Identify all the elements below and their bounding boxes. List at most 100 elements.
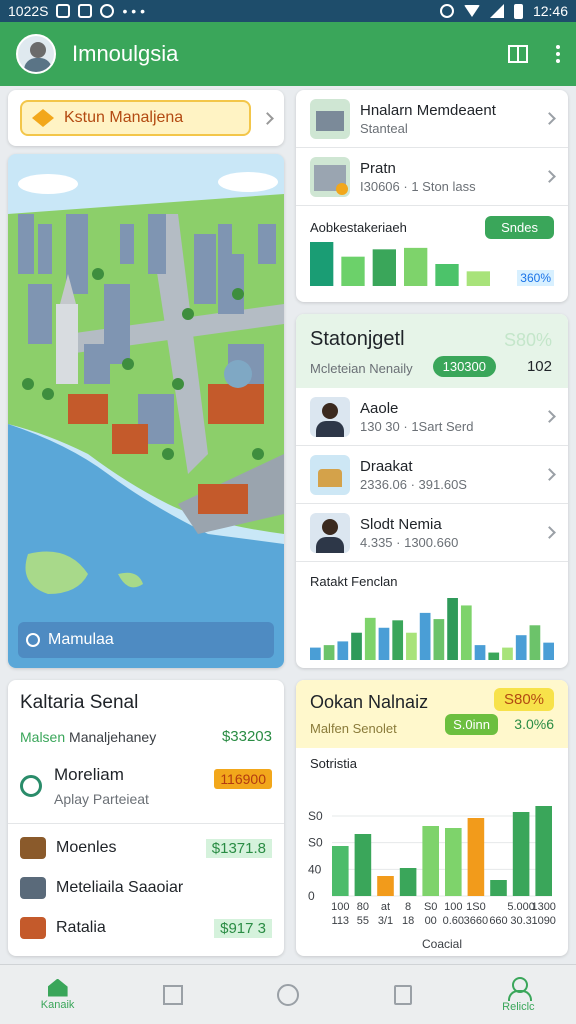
x-tick-label: at <box>381 901 390 913</box>
user-icon <box>507 976 533 1001</box>
chevron-right-icon[interactable] <box>261 111 274 125</box>
progress-ring-icon <box>20 775 42 797</box>
bar-chart: 0 40 S0 S0 100 113 80 55 at 3/1 8 18 S0 00 100 0.601S0 3… <box>308 806 556 951</box>
chart-bar <box>332 846 349 896</box>
x-tick-label: 1090 <box>531 915 555 927</box>
stats-chart-bar <box>351 632 362 660</box>
list-card: Hnalarn Memdeaent Stanteal Pratn I30606 … <box>296 90 568 302</box>
nav-home[interactable]: Kanaik <box>18 978 98 1011</box>
status-time-left: 1022S <box>8 3 49 19</box>
chart-bar <box>422 826 439 896</box>
item-amount: $1371.8 <box>205 838 272 858</box>
chevron-right-icon[interactable] <box>543 112 556 125</box>
hotspot-icon <box>439 4 454 18</box>
house-icon <box>20 917 46 939</box>
map-card[interactable]: Mamulaa <box>8 154 284 668</box>
chart-bar <box>399 868 417 896</box>
sndes-button[interactable]: Sndes <box>485 216 554 239</box>
mini-chart-bar <box>341 256 365 286</box>
chart-bar <box>445 828 462 896</box>
summary-amount: $33203 <box>221 728 272 745</box>
item-name: Moenles <box>56 839 117 856</box>
list-row[interactable]: Hnalarn Memdeaent Stanteal <box>296 90 568 148</box>
bottom-nav: Kanaik Reliclc <box>0 964 576 1024</box>
stats-chart-bar <box>364 617 376 660</box>
list-row[interactable]: Pratn I30606 · 1 Ston lass <box>296 148 568 206</box>
tower-icon <box>20 877 46 899</box>
chart-title: Sotristia <box>310 756 357 771</box>
mid-title: Moreliam <box>54 765 124 784</box>
stats-chart-bar <box>433 619 445 660</box>
mini-chart-bar <box>435 264 459 286</box>
stats-chart-bar <box>447 598 458 660</box>
square-icon <box>162 984 183 1005</box>
chart-bar <box>535 806 552 896</box>
check-circle-icon <box>26 633 40 647</box>
nav-home-label: Kanaik <box>40 998 75 1011</box>
map-label[interactable]: Mamulaa <box>18 622 274 658</box>
list-item[interactable]: Ratalia $917 3 <box>20 908 272 948</box>
building-thumbnail-icon <box>310 454 350 495</box>
stats-chart-bar <box>419 612 431 660</box>
stats-chart-bar <box>323 645 335 660</box>
mid-badge: 116900 <box>214 769 272 789</box>
chevron-right-icon[interactable] <box>543 410 556 423</box>
person-thumbnail-icon <box>310 396 350 437</box>
pill-card[interactable]: Kstun Manaljena <box>8 90 284 146</box>
city-map-illustration <box>8 154 284 668</box>
x-tick-label: 1S0 <box>466 901 486 913</box>
app-bar: Imnoulgsia <box>0 22 576 86</box>
stats-bar-chart <box>310 598 554 660</box>
list-item[interactable]: Moenles $1371.8 <box>20 828 272 868</box>
stats-chart-bar <box>406 632 417 660</box>
chart-bar <box>512 812 530 896</box>
compass-icon <box>32 109 54 127</box>
row-title: Hnalarn Memdeaent <box>360 101 496 119</box>
x-tick-label: 1300 <box>531 901 555 913</box>
person-thumbnail-icon <box>310 512 350 553</box>
stats-chart-bar <box>460 605 472 660</box>
x-tick-label: 30.3 <box>510 915 531 927</box>
list-item[interactable]: Meteliaila Saaoiar <box>20 868 272 908</box>
nav-square[interactable] <box>133 984 213 1005</box>
status-time-right: 12:46 <box>532 3 568 19</box>
row-title: Slodt Nemia <box>360 515 442 533</box>
avatar[interactable] <box>16 34 56 74</box>
stats-chart-bar <box>378 627 390 660</box>
y-tick-label: 0 <box>308 889 315 903</box>
stats-faded-value: S80% <box>503 330 552 350</box>
row-subtitle: 4.335 · 1300.660 <box>360 534 459 550</box>
notification-icon <box>78 4 93 18</box>
row-subtitle: Stanteal <box>360 120 408 136</box>
x-tick-label: 00 <box>425 915 437 927</box>
stats-badge: 130300 <box>432 356 496 377</box>
stats-chart-title: Ratakt Fenclan <box>310 574 398 589</box>
mid-subtitle: Aplay Parteieat <box>54 791 149 807</box>
stats-card: Statonjgetl S80% Mcleteian Nenaily 13030… <box>296 314 568 668</box>
list-row[interactable]: Slodt Nemia 4.335 · 1300.660 <box>296 504 568 562</box>
map-label-text: Mamulaa <box>48 631 114 648</box>
list-row[interactable]: Aaole 130 30 · 1Sart Serd <box>296 388 568 446</box>
green-badge: S.0inn <box>445 714 498 735</box>
nav-back[interactable] <box>363 984 443 1005</box>
management-pill[interactable]: Kstun Manaljena <box>20 100 251 136</box>
y-tick-label: S0 <box>308 809 323 823</box>
chart-bar <box>354 834 372 896</box>
nav-profile[interactable]: Reliclc <box>478 976 558 1013</box>
overflow-menu-icon[interactable] <box>556 45 560 63</box>
summary-title: Kaltaria Senal <box>20 692 139 713</box>
summary-label-green: Malsen <box>20 728 66 745</box>
recent-apps-icon <box>394 984 413 1005</box>
chart-bar <box>467 818 485 896</box>
x-axis-label: Coacial <box>422 937 462 951</box>
chevron-right-icon[interactable] <box>543 526 556 539</box>
nav-circle[interactable] <box>248 983 328 1006</box>
book-icon[interactable] <box>508 45 528 63</box>
chevron-right-icon[interactable] <box>543 468 556 481</box>
chart-bar <box>490 880 507 896</box>
x-tick-label: 0.60 <box>443 915 464 927</box>
list-row[interactable]: Draakat 2336.06 · 391.60S <box>296 446 568 504</box>
stats-subtitle: Mcleteian Nenaily <box>310 361 413 376</box>
chevron-right-icon[interactable] <box>543 170 556 183</box>
stats-chart-bar <box>515 635 527 660</box>
